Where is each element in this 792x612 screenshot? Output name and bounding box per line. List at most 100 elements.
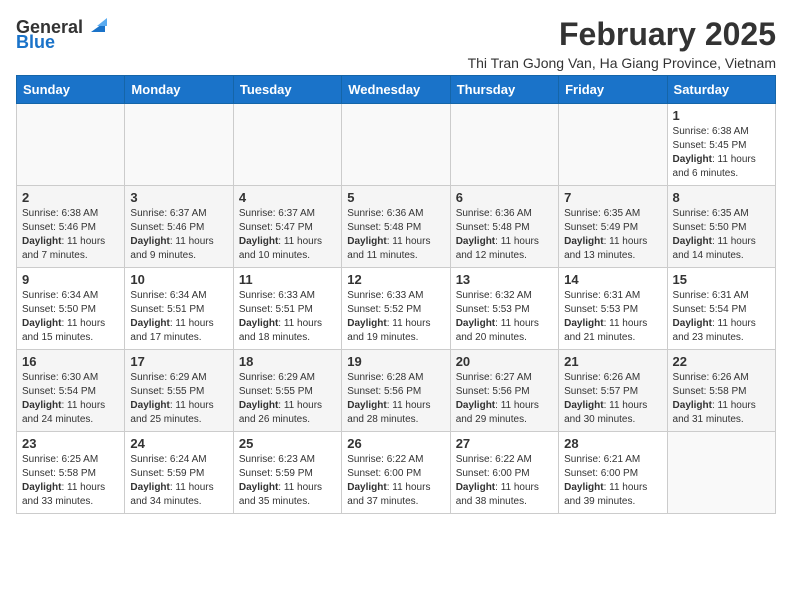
cell-info: Sunrise: 6:21 AMSunset: 6:00 PMDaylight:… [564,453,661,509]
day-number: 6 [456,190,553,205]
weekday-header-saturday: Saturday [667,76,775,104]
calendar-cell: 4Sunrise: 6:37 AMSunset: 5:47 PMDaylight… [233,186,341,268]
cell-info: Sunrise: 6:33 AMSunset: 5:51 PMDaylight:… [239,289,336,345]
cell-info: Sunrise: 6:36 AMSunset: 5:48 PMDaylight:… [347,207,444,263]
calendar-cell: 1 Sunrise: 6:38 AMSunset: 5:45 PMDaylight… [667,104,775,186]
calendar-week-row: 2 Sunrise: 6:38 AMSunset: 5:46 PMDaylight… [17,186,776,268]
calendar-cell: 13 Sunrise: 6:32 AMSunset: 5:53 PMDayligh… [450,268,558,350]
calendar-cell: 14 Sunrise: 6:31 AMSunset: 5:53 PMDayligh… [559,268,667,350]
cell-info: Sunrise: 6:30 AMSunset: 5:54 PMDaylight:… [22,371,119,427]
calendar-cell: 28 Sunrise: 6:21 AMSunset: 6:00 PMDayligh… [559,432,667,514]
cell-info: Sunrise: 6:31 AMSunset: 5:53 PMDaylight:… [564,289,661,345]
cell-info: Sunrise: 6:35 AMSunset: 5:50 PMDaylight:… [673,207,770,263]
day-number: 12 [347,272,444,287]
calendar-cell: 17Sunrise: 6:29 AMSunset: 5:55 PMDayligh… [125,350,233,432]
weekday-header-wednesday: Wednesday [342,76,450,104]
day-number: 18 [239,354,336,369]
weekday-header-tuesday: Tuesday [233,76,341,104]
day-number: 19 [347,354,444,369]
calendar-cell: 26 Sunrise: 6:22 AMSunset: 6:00 PMDayligh… [342,432,450,514]
day-number: 14 [564,272,661,287]
calendar-cell: 19Sunrise: 6:28 AMSunset: 5:56 PMDayligh… [342,350,450,432]
calendar-cell [125,104,233,186]
day-number: 25 [239,436,336,451]
calendar-cell: 16 Sunrise: 6:30 AMSunset: 5:54 PMDayligh… [17,350,125,432]
calendar-cell: 23Sunrise: 6:25 AMSunset: 5:58 PMDayligh… [17,432,125,514]
calendar-cell: 6 Sunrise: 6:36 AMSunset: 5:48 PMDaylight… [450,186,558,268]
calendar-cell: 18Sunrise: 6:29 AMSunset: 5:55 PMDayligh… [233,350,341,432]
day-number: 20 [456,354,553,369]
day-number: 16 [22,354,119,369]
day-number: 1 [673,108,770,123]
weekday-header-friday: Friday [559,76,667,104]
calendar-cell [667,432,775,514]
cell-info: Sunrise: 6:31 AMSunset: 5:54 PMDaylight:… [673,289,770,345]
logo: General Blue [16,16,111,53]
calendar-cell [559,104,667,186]
calendar-cell: 2 Sunrise: 6:38 AMSunset: 5:46 PMDaylight… [17,186,125,268]
calendar-week-row: 1 Sunrise: 6:38 AMSunset: 5:45 PMDaylight… [17,104,776,186]
day-number: 4 [239,190,336,205]
cell-info: Sunrise: 6:22 AMSunset: 6:00 PMDaylight:… [456,453,553,509]
day-number: 7 [564,190,661,205]
day-number: 24 [130,436,227,451]
calendar-table: SundayMondayTuesdayWednesdayThursdayFrid… [16,75,776,514]
day-number: 22 [673,354,770,369]
day-number: 28 [564,436,661,451]
calendar-cell [233,104,341,186]
cell-info: Sunrise: 6:36 AMSunset: 5:48 PMDaylight:… [456,207,553,263]
calendar-cell: 20 Sunrise: 6:27 AMSunset: 5:56 PMDayligh… [450,350,558,432]
cell-info: Sunrise: 6:26 AMSunset: 5:57 PMDaylight:… [564,371,661,427]
weekday-header-monday: Monday [125,76,233,104]
calendar-cell: 27 Sunrise: 6:22 AMSunset: 6:00 PMDayligh… [450,432,558,514]
calendar-cell: 5Sunrise: 6:36 AMSunset: 5:48 PMDaylight… [342,186,450,268]
weekday-header-row: SundayMondayTuesdayWednesdayThursdayFrid… [17,76,776,104]
month-title: February 2025 [468,16,776,53]
cell-info: Sunrise: 6:38 AMSunset: 5:46 PMDaylight:… [22,207,119,263]
cell-info: Sunrise: 6:29 AMSunset: 5:55 PMDaylight:… [130,371,227,427]
title-block: February 2025 Thi Tran GJong Van, Ha Gia… [468,16,776,71]
cell-info: Sunrise: 6:23 AMSunset: 5:59 PMDaylight:… [239,453,336,509]
day-number: 2 [22,190,119,205]
calendar-cell [342,104,450,186]
logo-icon [85,12,111,38]
logo-blue-text: Blue [16,32,55,53]
day-number: 11 [239,272,336,287]
day-number: 13 [456,272,553,287]
cell-info: Sunrise: 6:32 AMSunset: 5:53 PMDaylight:… [456,289,553,345]
weekday-header-thursday: Thursday [450,76,558,104]
cell-info: Sunrise: 6:34 AMSunset: 5:51 PMDaylight:… [130,289,227,345]
calendar-week-row: 9Sunrise: 6:34 AMSunset: 5:50 PMDaylight… [17,268,776,350]
day-number: 15 [673,272,770,287]
calendar-cell: 11 Sunrise: 6:33 AMSunset: 5:51 PMDayligh… [233,268,341,350]
weekday-header-sunday: Sunday [17,76,125,104]
calendar-cell: 10 Sunrise: 6:34 AMSunset: 5:51 PMDayligh… [125,268,233,350]
calendar-cell: 24 Sunrise: 6:24 AMSunset: 5:59 PMDayligh… [125,432,233,514]
day-number: 26 [347,436,444,451]
calendar-cell [450,104,558,186]
cell-info: Sunrise: 6:33 AMSunset: 5:52 PMDaylight:… [347,289,444,345]
day-number: 3 [130,190,227,205]
cell-info: Sunrise: 6:35 AMSunset: 5:49 PMDaylight:… [564,207,661,263]
day-number: 10 [130,272,227,287]
calendar-cell: 15 Sunrise: 6:31 AMSunset: 5:54 PMDayligh… [667,268,775,350]
day-number: 8 [673,190,770,205]
calendar-week-row: 23Sunrise: 6:25 AMSunset: 5:58 PMDayligh… [17,432,776,514]
calendar-cell: 8 Sunrise: 6:35 AMSunset: 5:50 PMDaylight… [667,186,775,268]
day-number: 9 [22,272,119,287]
calendar-cell: 7 Sunrise: 6:35 AMSunset: 5:49 PMDaylight… [559,186,667,268]
cell-info: Sunrise: 6:27 AMSunset: 5:56 PMDaylight:… [456,371,553,427]
calendar-cell [17,104,125,186]
cell-info: Sunrise: 6:26 AMSunset: 5:58 PMDaylight:… [673,371,770,427]
calendar-cell: 21Sunrise: 6:26 AMSunset: 5:57 PMDayligh… [559,350,667,432]
day-number: 23 [22,436,119,451]
cell-info: Sunrise: 6:22 AMSunset: 6:00 PMDaylight:… [347,453,444,509]
day-number: 27 [456,436,553,451]
location-title: Thi Tran GJong Van, Ha Giang Province, V… [468,55,776,71]
cell-info: Sunrise: 6:37 AMSunset: 5:46 PMDaylight:… [130,207,227,263]
cell-info: Sunrise: 6:38 AMSunset: 5:45 PMDaylight:… [673,125,770,181]
cell-info: Sunrise: 6:24 AMSunset: 5:59 PMDaylight:… [130,453,227,509]
calendar-cell: 3 Sunrise: 6:37 AMSunset: 5:46 PMDaylight… [125,186,233,268]
calendar-cell: 12 Sunrise: 6:33 AMSunset: 5:52 PMDayligh… [342,268,450,350]
calendar-cell: 9Sunrise: 6:34 AMSunset: 5:50 PMDaylight… [17,268,125,350]
